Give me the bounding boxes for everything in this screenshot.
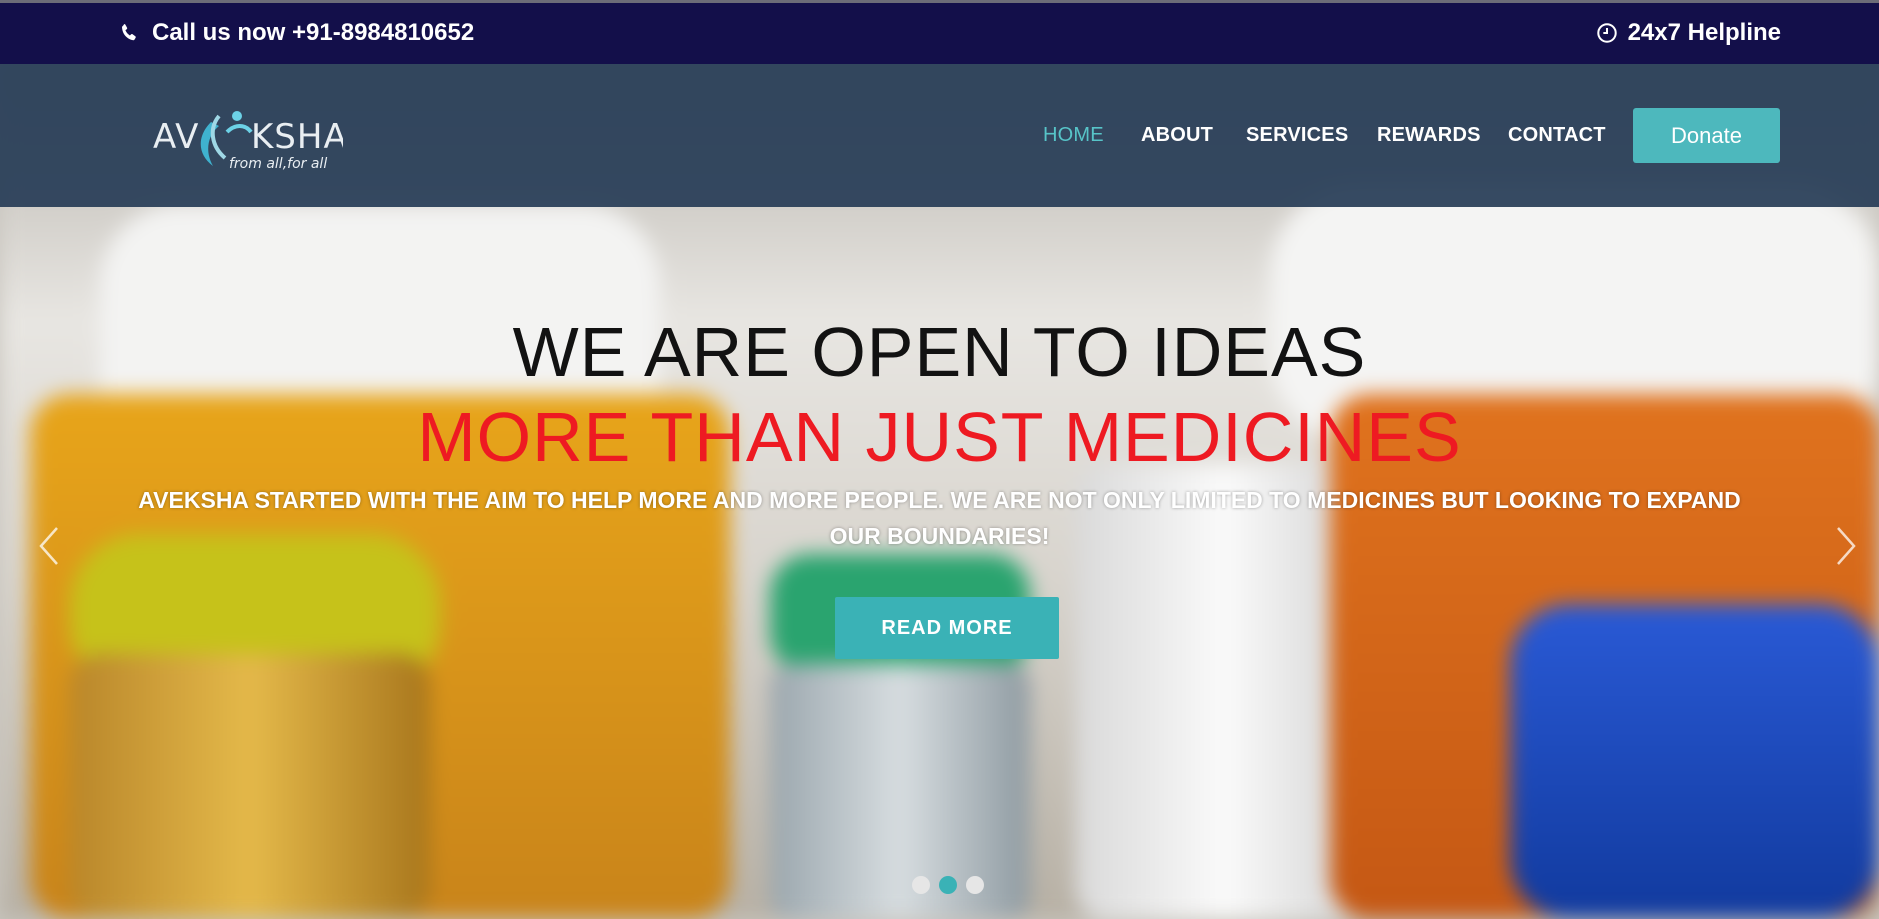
aveksha-logo[interactable]: AV KSHA from all,for all [153,102,343,172]
nav-home[interactable]: HOME [1043,124,1104,147]
phone-contact[interactable]: Call us now +91-8984810652 [118,19,474,47]
donate-button[interactable]: Donate [1633,108,1780,163]
hero-carousel: AV KSHA from all,for all HOME ABOUT SERV… [0,64,1879,919]
nav-about[interactable]: ABOUT [1141,124,1213,147]
read-more-button[interactable]: READ MORE [835,597,1059,659]
helpline-text: 24x7 Helpline [1627,19,1781,46]
svg-text:KSHA: KSHA [251,117,343,157]
carousel-dot-3[interactable] [966,876,984,894]
top-info-bar: Call us now +91-8984810652 24x7 Helpline [0,0,1879,64]
carousel-dot-2[interactable] [939,876,957,894]
nav-contact[interactable]: CONTACT [1508,124,1606,147]
nav-rewards[interactable]: REWARDS [1377,124,1481,147]
nav-services[interactable]: SERVICES [1246,124,1348,147]
carousel-next-arrow-icon[interactable] [1832,524,1862,568]
logo-tagline: from all,for all [229,156,327,172]
phone-text: Call us now +91-8984810652 [152,19,475,46]
hero-headline-2: MORE THAN JUST MEDICINES [417,398,1462,476]
carousel-prev-arrow-icon[interactable] [33,524,63,568]
hero-subtext: AVEKSHA STARTED WITH THE AIM TO HELP MOR… [138,487,1741,549]
carousel-dot-1[interactable] [912,876,930,894]
main-navbar: AV KSHA from all,for all HOME ABOUT SERV… [0,64,1879,207]
clock-icon [1596,23,1617,43]
phone-icon [122,24,136,41]
carousel-indicators [912,876,984,894]
hero-headline-1: WE ARE OPEN TO IDEAS [512,313,1367,391]
svg-text:AV: AV [153,117,199,157]
helpline: 24x7 Helpline [1596,19,1781,47]
